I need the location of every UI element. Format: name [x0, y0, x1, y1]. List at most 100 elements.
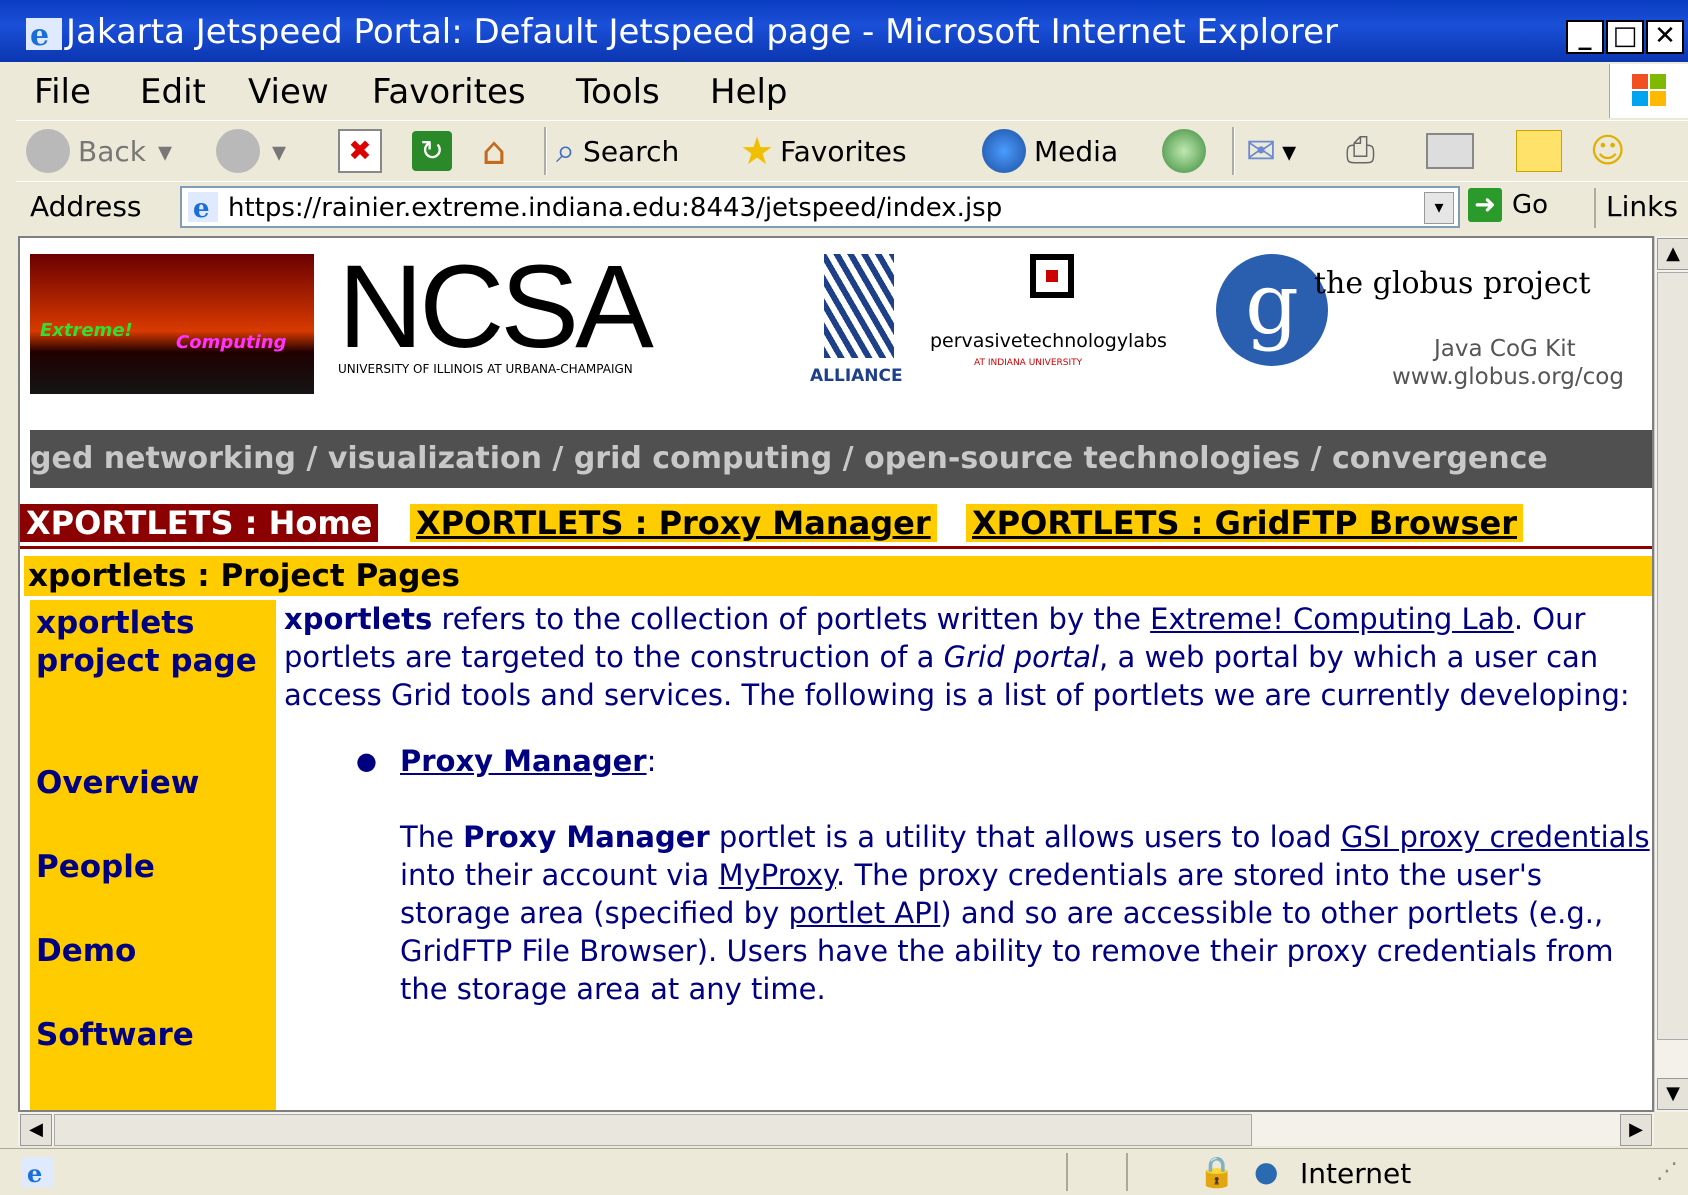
- tab-gridftp-browser[interactable]: XPORTLETS : GridFTP Browser: [966, 504, 1524, 542]
- window-title: Jakarta Jetspeed Portal: Default Jetspee…: [66, 12, 1339, 52]
- extreme-logo-text: Extreme!: [40, 320, 133, 341]
- forward-dropdown-icon[interactable]: ▾: [272, 135, 286, 168]
- forward-button[interactable]: ▾: [216, 127, 286, 175]
- vertical-scroll-thumb[interactable]: [1657, 272, 1688, 1040]
- stop-button[interactable]: ✖: [338, 127, 382, 175]
- print-icon: ⎙: [1346, 130, 1375, 171]
- edit-button[interactable]: [1426, 127, 1474, 175]
- scroll-left-icon[interactable]: ◀: [20, 1114, 52, 1146]
- menu-tools[interactable]: Tools: [576, 72, 660, 112]
- tab-home[interactable]: XPORTLETS : Home: [20, 504, 379, 542]
- project-nav: xportlets project page Overview People D…: [30, 600, 276, 1110]
- menu-favorites[interactable]: Favorites: [372, 72, 526, 112]
- pervasive-tech-labs-logo: pervasivetechnologylabs AT INDIANA UNIVE…: [930, 254, 1170, 394]
- ncsa-subtitle: UNIVERSITY OF ILLINOIS AT URBANA-CHAMPAI…: [338, 362, 633, 376]
- mail-dropdown-icon[interactable]: ▾: [1282, 135, 1296, 168]
- home-button[interactable]: ⌂: [482, 127, 506, 175]
- ptl-mark-icon: [1030, 254, 1074, 298]
- history-icon: [1162, 129, 1206, 173]
- go-button[interactable]: ➜ Go: [1468, 188, 1548, 222]
- svg-text:e: e: [27, 1159, 42, 1187]
- menu-help[interactable]: Help: [710, 72, 788, 112]
- stop-icon: ✖: [338, 129, 382, 173]
- nav-link-people[interactable]: People: [36, 848, 155, 886]
- ie-icon: e: [26, 18, 62, 50]
- globus-logo: g the globus project Java CoG Kit www.gl…: [1196, 248, 1646, 398]
- myproxy-link[interactable]: MyProxy: [719, 858, 837, 892]
- refresh-button[interactable]: ↻: [412, 127, 452, 175]
- media-button[interactable]: Media: [982, 127, 1118, 175]
- back-dropdown-icon[interactable]: ▾: [158, 135, 172, 168]
- svg-text:e: e: [30, 18, 49, 50]
- search-button[interactable]: ⌕ Search: [556, 127, 679, 175]
- proxy-manager-description: The Proxy Manager portlet is a utility t…: [400, 818, 1650, 1008]
- desc-text-3: into their account via: [400, 858, 719, 892]
- favorites-button[interactable]: ★ Favorites: [740, 127, 907, 175]
- star-icon: ★: [740, 129, 775, 173]
- links-button[interactable]: Links: [1606, 190, 1678, 223]
- nav-link-demo[interactable]: Demo: [36, 932, 136, 970]
- ncsa-logo-text: NCSA: [338, 241, 654, 373]
- close-button[interactable]: ✕: [1646, 20, 1684, 54]
- extreme-lab-link[interactable]: Extreme! Computing Lab: [1150, 602, 1514, 636]
- scroll-up-icon[interactable]: ▲: [1657, 238, 1688, 270]
- forward-arrow-icon: [216, 129, 260, 173]
- topics-banner-strip: ged networking / visualization / grid co…: [30, 430, 1652, 488]
- horizontal-scroll-thumb[interactable]: [54, 1114, 1252, 1146]
- alliance-mark-icon: [824, 254, 894, 358]
- messenger-button[interactable]: ☺: [1590, 127, 1625, 175]
- scroll-down-icon[interactable]: ▼: [1657, 1078, 1688, 1110]
- portlet-api-link[interactable]: portlet API: [788, 896, 940, 930]
- intro-paragraph: xportlets refers to the collection of po…: [284, 600, 1650, 714]
- home-icon: ⌂: [482, 129, 507, 173]
- address-bar: Address e https://rainier.extreme.indian…: [16, 181, 1688, 234]
- maximize-button[interactable]: □: [1606, 20, 1644, 54]
- toolbar-separator: [544, 127, 547, 175]
- proxy-manager-link[interactable]: Proxy Manager: [400, 744, 647, 778]
- nav-link-software[interactable]: Software: [36, 1016, 194, 1054]
- go-arrow-icon: ➜: [1468, 188, 1502, 222]
- history-button[interactable]: [1162, 127, 1206, 175]
- desc-bold: Proxy Manager: [463, 820, 710, 854]
- scroll-right-icon[interactable]: ▶: [1620, 1114, 1652, 1146]
- menu-view[interactable]: View: [248, 72, 329, 112]
- go-label: Go: [1512, 190, 1549, 220]
- address-dropdown-icon[interactable]: ▾: [1424, 192, 1454, 224]
- address-separator: [1594, 188, 1596, 228]
- status-separator-2: [1126, 1153, 1128, 1191]
- minimize-button[interactable]: _: [1566, 20, 1604, 54]
- windows-flag-icon: [1632, 74, 1666, 106]
- mail-button[interactable]: ✉ ▾: [1246, 127, 1296, 175]
- status-bar: e 🔒 ● Internet ⋰: [0, 1148, 1688, 1195]
- discuss-button[interactable]: [1516, 127, 1562, 175]
- horizontal-scrollbar[interactable]: ◀ ▶: [18, 1112, 1654, 1146]
- toolbar-separator-2: [1232, 127, 1235, 175]
- main-text: xportlets refers to the collection of po…: [284, 600, 1650, 1008]
- resize-grip-icon[interactable]: ⋰: [1656, 1159, 1678, 1184]
- intro-bold: xportlets: [284, 602, 433, 636]
- address-url: https://rainier.extreme.indiana.edu:8443…: [228, 193, 1003, 223]
- address-input[interactable]: e https://rainier.extreme.indiana.edu:84…: [180, 186, 1460, 228]
- extreme-computing-logo: Extreme! Computing: [30, 254, 314, 394]
- alliance-logo: ALLIANCE: [810, 254, 910, 394]
- media-globe-icon: [982, 129, 1026, 173]
- back-button[interactable]: Back ▾: [26, 127, 172, 175]
- bullet-colon: :: [646, 744, 657, 778]
- back-arrow-icon: [26, 129, 70, 173]
- portlet-tabs: XPORTLETS : Home XPORTLETS : Proxy Manag…: [20, 502, 1652, 549]
- cog-url-text: www.globus.org/cog: [1392, 364, 1624, 390]
- portlet-list: ● Proxy Manager: The Proxy Manager portl…: [284, 742, 1650, 1008]
- nav-link-overview[interactable]: Overview: [36, 764, 199, 802]
- status-separator: [1066, 1153, 1068, 1191]
- gsi-credentials-link[interactable]: GSI proxy credentials: [1341, 820, 1650, 854]
- alliance-text: ALLIANCE: [810, 366, 903, 386]
- desc-text-1: The: [400, 820, 464, 854]
- discuss-icon: [1516, 130, 1562, 172]
- tab-proxy-manager[interactable]: XPORTLETS : Proxy Manager: [410, 504, 937, 542]
- browser-window: e Jakarta Jetspeed Portal: Default Jetsp…: [0, 0, 1688, 1195]
- menu-edit[interactable]: Edit: [140, 72, 206, 112]
- menu-file[interactable]: File: [34, 72, 91, 112]
- print-button[interactable]: ⎙: [1346, 127, 1375, 175]
- vertical-scrollbar[interactable]: ▲ ▼: [1654, 236, 1688, 1112]
- cog-kit-text: Java CoG Kit: [1434, 336, 1576, 362]
